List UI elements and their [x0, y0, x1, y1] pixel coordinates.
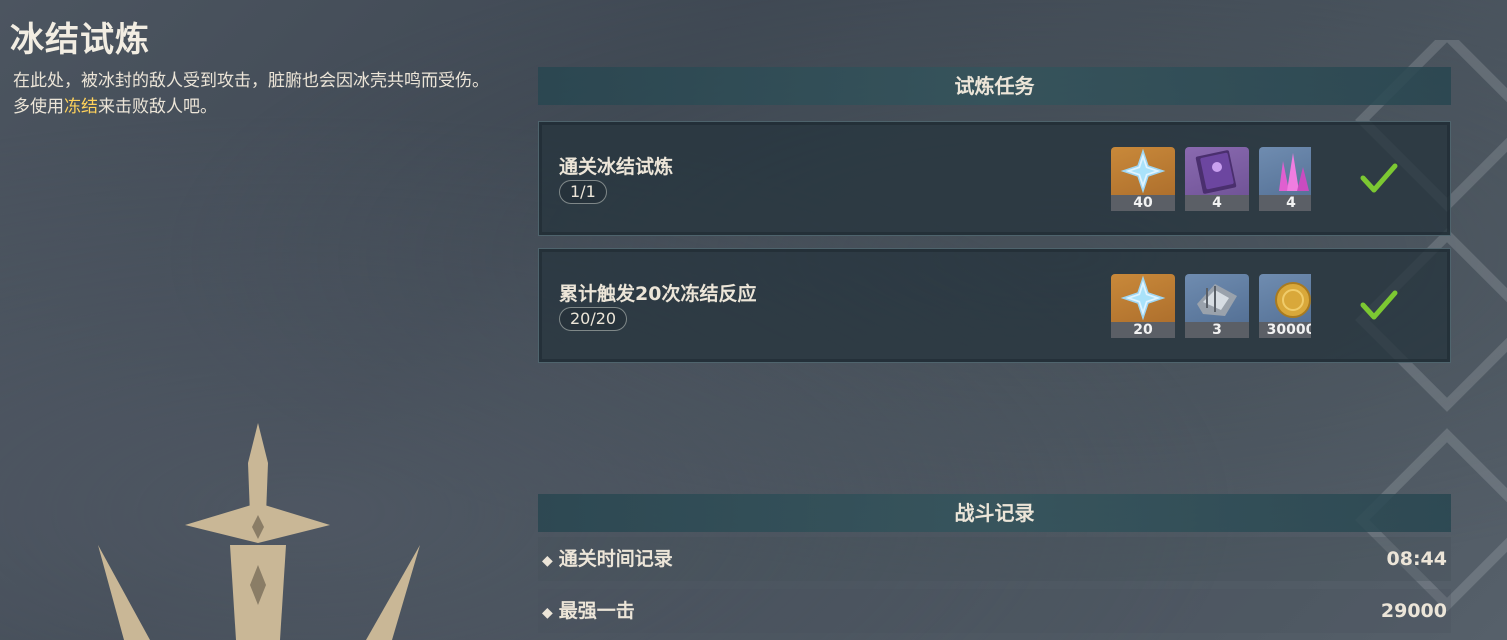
page-title: 冰结试炼	[10, 20, 150, 60]
reward-item[interactable]: 30000	[1259, 274, 1311, 338]
crystal-ore-icon	[1279, 153, 1309, 191]
record-value: 08:44	[1386, 548, 1447, 570]
reward-item[interactable]: 4	[1185, 147, 1249, 211]
page-description: 在此处，被冰封的敌人受到攻击，脏腑也会因冰壳共鸣而受伤。多使用冻结来击败敌人吧。	[13, 68, 493, 120]
description-highlight: 冻结	[64, 97, 98, 117]
reward-count: 3	[1185, 322, 1249, 338]
reward-list: 40 4 4	[1111, 147, 1311, 213]
battle-record-header: 战斗记录	[538, 494, 1451, 532]
diamond-bullet-icon: ◆	[542, 605, 553, 621]
reward-item[interactable]: 3	[1185, 274, 1249, 338]
record-label-text: 通关时间记录	[558, 548, 673, 570]
record-label: ◆ 通关时间记录	[542, 537, 673, 583]
primogem-icon	[1120, 275, 1166, 321]
task-progress-badge: 20/20	[559, 307, 628, 331]
record-label-text: 最强一击	[558, 600, 635, 622]
reward-count: 30000	[1259, 322, 1311, 338]
record-value: 29000	[1380, 600, 1447, 622]
task-progress-badge: 1/1	[559, 180, 607, 204]
reward-item[interactable]: 4	[1259, 147, 1311, 211]
task-row: 通关冰结试炼 1/1 40 4 4	[538, 121, 1451, 236]
record-row: ◆ 最强一击 29000	[538, 589, 1451, 633]
reward-count: 20	[1111, 322, 1175, 338]
reward-item[interactable]: 20	[1111, 274, 1175, 338]
reward-item[interactable]: 40	[1111, 147, 1175, 211]
task-name: 通关冰结试炼	[559, 156, 674, 178]
reward-list: 20 3 30000	[1111, 274, 1311, 340]
reward-count: 4	[1259, 195, 1311, 211]
primogem-icon	[1120, 148, 1166, 194]
mystic-enhancement-ore-icon	[1197, 284, 1237, 316]
task-name: 累计触发20次冻结反应	[559, 283, 757, 305]
reward-count: 4	[1185, 195, 1249, 211]
task-row: 累计触发20次冻结反应 20/20 20 3 30000	[538, 248, 1451, 363]
diamond-bullet-icon: ◆	[542, 553, 553, 569]
cryo-domain-emblem-icon	[98, 423, 420, 640]
mora-coin-icon	[1275, 282, 1311, 318]
completed-check-icon	[1360, 163, 1398, 193]
reward-count: 40	[1111, 195, 1175, 211]
record-row: ◆ 通关时间记录 08:44	[538, 537, 1451, 581]
record-label: ◆ 最强一击	[542, 589, 635, 635]
heros-wit-book-icon	[1195, 150, 1237, 194]
description-text-end: 来击败敌人吧。	[98, 97, 217, 117]
completed-check-icon	[1360, 290, 1398, 320]
trial-tasks-header: 试炼任务	[538, 67, 1451, 105]
